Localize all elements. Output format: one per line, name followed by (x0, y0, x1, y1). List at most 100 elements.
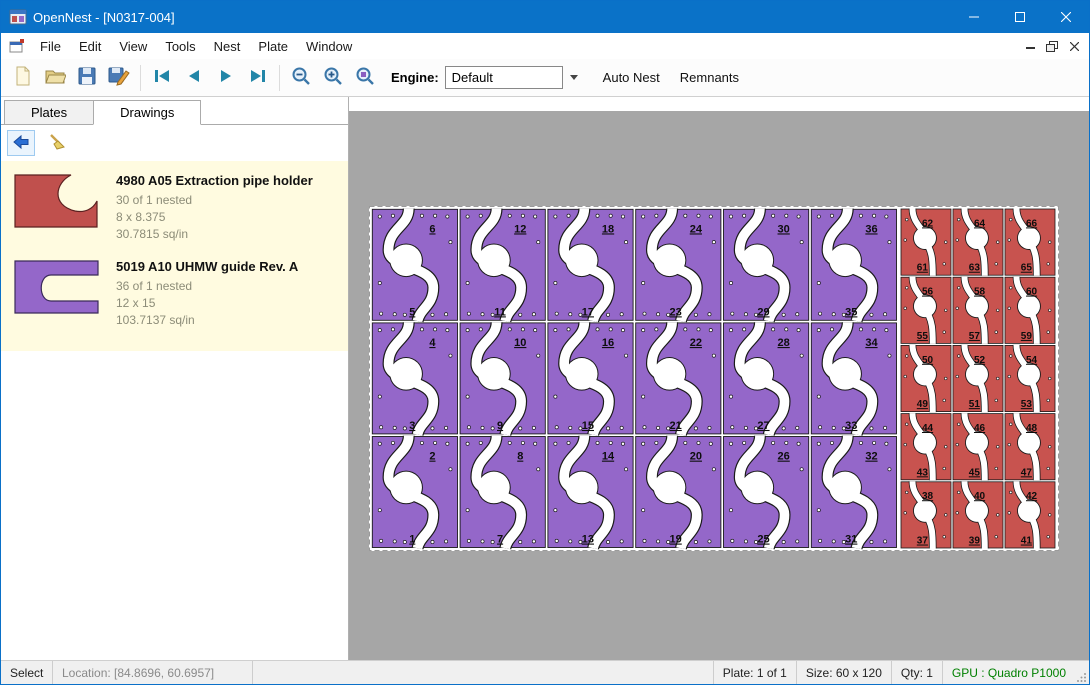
nested-part-pair-purple[interactable]: 3029 (724, 209, 809, 321)
part-number: 29 (757, 306, 769, 318)
nested-part-pair-red[interactable]: 5453 (1005, 345, 1055, 412)
new-file-icon (13, 65, 33, 90)
nested-part-pair-red[interactable]: 4645 (953, 413, 1003, 480)
nested-part-pair-purple[interactable]: 1817 (548, 209, 633, 321)
nested-part-pair-red[interactable]: 6463 (953, 209, 1003, 276)
nested-part-pair-purple[interactable]: 2019 (636, 436, 721, 548)
status-plate: Plate: 1 of 1 (713, 661, 796, 684)
nested-part-pair-purple[interactable]: 109 (460, 322, 545, 434)
nested-part-pair-purple[interactable]: 21 (372, 436, 457, 548)
nested-part-pair-purple[interactable]: 43 (372, 322, 457, 434)
nested-part-pair-purple[interactable]: 3231 (811, 436, 896, 548)
close-button[interactable] (1043, 1, 1089, 33)
nested-part-pair-purple[interactable]: 65 (372, 209, 457, 321)
mdi-restore-button[interactable] (1041, 36, 1063, 56)
canvas-background[interactable]: 6512111817242330293635431091615222128273… (349, 111, 1089, 660)
toolbar-separator (279, 65, 280, 91)
nested-part-pair-purple[interactable]: 3433 (811, 322, 896, 434)
part-number: 42 (1026, 491, 1038, 502)
nested-part-pair-red[interactable]: 4847 (1005, 413, 1055, 480)
part-number: 62 (922, 218, 934, 229)
send-to-nest-button[interactable] (7, 130, 35, 156)
menu-window[interactable]: Window (297, 35, 361, 58)
mdi-close-button[interactable] (1063, 36, 1085, 56)
drawings-list: 4980 A05 Extraction pipe holder 30 of 1 … (1, 161, 348, 351)
nested-part-pair-red[interactable]: 4443 (901, 413, 951, 480)
plate[interactable]: 6512111817242330293635431091615222128273… (369, 206, 1059, 551)
nested-part-pair-purple[interactable]: 2221 (636, 322, 721, 434)
tab-plates[interactable]: Plates (4, 100, 94, 125)
nested-part-pair-red[interactable]: 5655 (901, 277, 951, 344)
part-number: 14 (602, 451, 615, 463)
resize-grip[interactable] (1075, 661, 1089, 684)
open-file-button[interactable] (39, 62, 71, 94)
auto-nest-button[interactable]: Auto Nest (597, 66, 666, 89)
menu-tools[interactable]: Tools (156, 35, 204, 58)
nested-part-pair-purple[interactable]: 2625 (724, 436, 809, 548)
drawing-item-text: 4980 A05 Extraction pipe holder 30 of 1 … (116, 169, 313, 243)
part-number: 46 (974, 423, 986, 434)
zoom-in-button[interactable] (317, 62, 349, 94)
save-as-button[interactable] (103, 62, 135, 94)
remnants-button[interactable]: Remnants (674, 66, 745, 89)
drawings-panel: 4980 A05 Extraction pipe holder 30 of 1 … (1, 124, 348, 660)
nested-part-pair-red[interactable]: 5049 (901, 345, 951, 412)
part-number: 47 (1021, 467, 1033, 478)
status-size: Size: 60 x 120 (796, 661, 891, 684)
drawing-item[interactable]: 4980 A05 Extraction pipe holder 30 of 1 … (9, 169, 340, 243)
save-button[interactable] (71, 62, 103, 94)
zoom-fit-button[interactable] (349, 62, 381, 94)
menu-nest[interactable]: Nest (205, 35, 250, 58)
tab-drawings[interactable]: Drawings (93, 100, 201, 125)
part-number: 25 (757, 534, 769, 546)
nested-part-pair-purple[interactable]: 3635 (811, 209, 896, 321)
nested-part-pair-red[interactable]: 6059 (1005, 277, 1055, 344)
nested-part-pair-red[interactable]: 3837 (901, 481, 951, 548)
nested-part-pair-purple[interactable]: 1615 (548, 322, 633, 434)
nested-part-pair-red[interactable]: 5251 (953, 345, 1003, 412)
clear-button[interactable] (43, 130, 71, 156)
nested-part-pair-red[interactable]: 4241 (1005, 481, 1055, 548)
nav-previous-button[interactable] (178, 62, 210, 94)
part-number: 16 (602, 337, 614, 349)
part-number: 37 (917, 536, 929, 547)
nested-part-pair-red[interactable]: 6261 (901, 209, 951, 276)
nested-part-pair-purple[interactable]: 1211 (460, 209, 545, 321)
new-file-button[interactable] (7, 62, 39, 94)
part-number: 54 (1026, 355, 1038, 366)
nested-part-pair-red[interactable]: 5857 (953, 277, 1003, 344)
part-thumbnail-purple (9, 255, 104, 319)
nested-part-pair-purple[interactable]: 2827 (724, 322, 809, 434)
nav-first-button[interactable] (146, 62, 178, 94)
nav-last-button[interactable] (242, 62, 274, 94)
nav-next-button[interactable] (210, 62, 242, 94)
menu-plate[interactable]: Plate (249, 35, 297, 58)
drawing-item[interactable]: 5019 A10 UHMW guide Rev. A 36 of 1 neste… (9, 255, 340, 329)
maximize-button[interactable] (997, 1, 1043, 33)
chevron-down-icon (570, 75, 578, 80)
status-mode: Select (1, 661, 53, 684)
part-number: 57 (969, 331, 981, 342)
nested-part-pair-purple[interactable]: 87 (460, 436, 545, 548)
part-number: 51 (969, 399, 981, 410)
part-number: 34 (865, 337, 878, 349)
drawing-title: 4980 A05 Extraction pipe holder (116, 173, 313, 188)
menu-edit[interactable]: Edit (70, 35, 110, 58)
part-number: 28 (778, 337, 790, 349)
nest-canvas[interactable]: 6512111817242330293635431091615222128273… (349, 97, 1089, 660)
nested-part-pair-red[interactable]: 4039 (953, 481, 1003, 548)
zoom-out-icon (291, 66, 311, 89)
menu-file[interactable]: File (31, 35, 70, 58)
menu-view[interactable]: View (110, 35, 156, 58)
nested-part-pair-purple[interactable]: 1413 (548, 436, 633, 548)
engine-select[interactable]: Default (445, 66, 563, 89)
part-number: 49 (917, 399, 929, 410)
zoom-out-button[interactable] (285, 62, 317, 94)
nested-part-pair-purple[interactable]: 2423 (636, 209, 721, 321)
mdi-minimize-button[interactable] (1019, 36, 1041, 56)
drawings-toolbar (1, 125, 348, 161)
nested-part-pair-red[interactable]: 6665 (1005, 209, 1055, 276)
blue-arrow-icon (12, 134, 30, 153)
minimize-button[interactable] (951, 1, 997, 33)
part-number: 11 (494, 306, 506, 318)
